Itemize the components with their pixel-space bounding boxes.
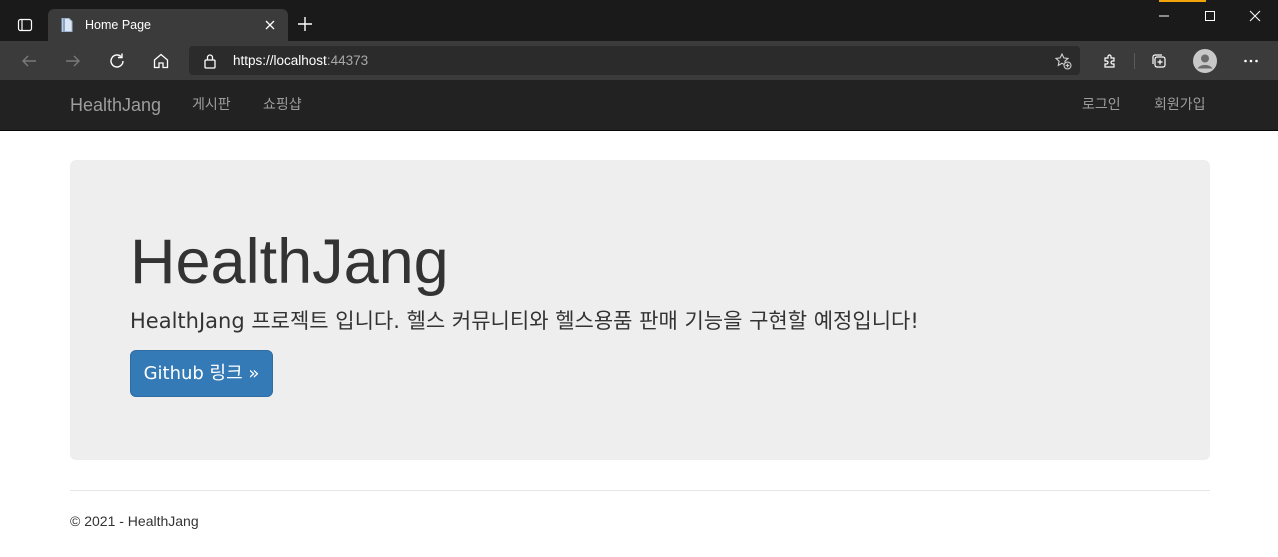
more-icon[interactable]: [1236, 46, 1266, 76]
minimize-icon[interactable]: [1141, 0, 1187, 32]
toolbar-divider: [1134, 53, 1135, 69]
home-icon[interactable]: [146, 46, 176, 76]
lock-icon[interactable]: [203, 53, 217, 69]
site-navbar: HealthJang 게시판 쇼핑샵 로그인 회원가입: [0, 80, 1278, 131]
footer-divider: [70, 490, 1210, 491]
favorite-add-icon[interactable]: [1054, 52, 1072, 70]
back-icon[interactable]: [14, 46, 44, 76]
brand-link[interactable]: HealthJang: [70, 95, 161, 115]
tab-title: Home Page: [85, 18, 152, 32]
extensions-icon[interactable]: [1095, 46, 1125, 76]
nav-link-shop[interactable]: 쇼핑샵: [263, 95, 302, 115]
close-window-icon[interactable]: [1232, 0, 1278, 32]
url-text: https://localhost:44373: [233, 53, 368, 69]
plus-icon[interactable]: [296, 15, 314, 33]
page-favicon-icon: [59, 17, 75, 33]
profile-icon[interactable]: [1193, 49, 1217, 73]
jumbotron-lead: HealthJang 프로젝트 입니다. 헬스 커뮤니티와 헬스용품 판매 기능…: [130, 309, 919, 333]
refresh-icon[interactable]: [102, 46, 132, 76]
github-link-button[interactable]: Github 링크 »: [130, 350, 273, 397]
nav-link-board[interactable]: 게시판: [192, 95, 231, 115]
browser-toolbar: https://localhost:44373: [0, 41, 1278, 80]
tab-actions-icon[interactable]: [8, 8, 42, 42]
close-icon[interactable]: [262, 17, 278, 33]
collections-icon[interactable]: [1144, 46, 1174, 76]
browser-tab[interactable]: Home Page: [48, 9, 288, 41]
url-host: https://localhost: [233, 53, 327, 68]
forward-icon[interactable]: [58, 46, 88, 76]
footer-copyright: © 2021 - HealthJang: [70, 513, 199, 529]
address-bar[interactable]: https://localhost:44373: [189, 46, 1080, 75]
nav-link-register[interactable]: 회원가입: [1154, 95, 1206, 115]
jumbotron-title: HealthJang: [130, 227, 449, 297]
jumbotron: HealthJang HealthJang 프로젝트 입니다. 헬스 커뮤니티와…: [70, 160, 1210, 460]
browser-tab-bar: Home Page: [0, 0, 1278, 41]
maximize-icon[interactable]: [1187, 0, 1233, 32]
nav-link-login[interactable]: 로그인: [1082, 95, 1121, 115]
url-port: :44373: [326, 53, 369, 68]
